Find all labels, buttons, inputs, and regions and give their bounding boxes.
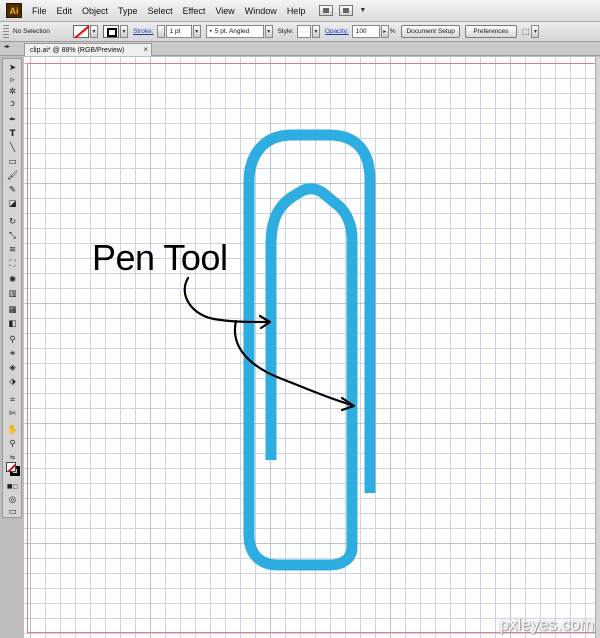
menu-help[interactable]: Help: [287, 6, 306, 16]
document-tab[interactable]: clip.ai* @ 88% (RGB/Preview) ×: [24, 43, 152, 56]
collapse-panel-icon[interactable]: ◂▸: [4, 43, 10, 50]
control-menu-dropdown[interactable]: ▾: [531, 25, 540, 38]
direct-selection-tool-icon[interactable]: ▹: [6, 75, 19, 86]
selection-tool-icon[interactable]: ➤: [6, 63, 19, 74]
column-graph-tool-icon[interactable]: ▥: [6, 289, 19, 300]
blend-tool-icon[interactable]: ⚭: [6, 349, 19, 360]
style-label: Style:: [277, 28, 294, 35]
arrange-documents-icon[interactable]: [339, 5, 354, 16]
stroke-panel-link[interactable]: Stroke:: [133, 28, 154, 35]
brush-dot-icon: •: [209, 28, 212, 35]
selection-status: No Selection: [13, 28, 50, 35]
paperclip-path[interactable]: [243, 129, 376, 571]
lasso-tool-icon[interactable]: ↄ: [6, 99, 19, 110]
symbol-sprayer-tool-icon[interactable]: ✺: [6, 275, 19, 286]
zoom-tool-icon[interactable]: ⚲: [6, 439, 19, 450]
magic-wand-tool-icon[interactable]: ✲: [6, 87, 19, 98]
stroke-swatch[interactable]: [103, 25, 119, 38]
opacity-unit: %: [389, 28, 396, 35]
menu-select[interactable]: Select: [148, 6, 173, 16]
menu-type[interactable]: Type: [118, 6, 138, 16]
paintbrush-tool-icon[interactable]: 🖌: [6, 171, 19, 182]
rectangle-tool-icon[interactable]: ▭: [6, 157, 19, 168]
artboard-tool-icon[interactable]: ⌗: [6, 395, 19, 406]
go-to-bridge-icon[interactable]: [319, 5, 334, 16]
control-bar: No Selection ▾ ▾ Stroke: 1 pt ▾ • 5 pt. …: [0, 22, 600, 42]
panel-grip-icon[interactable]: [3, 24, 9, 39]
illustrator-window: Ai File Edit Object Type Select Effect V…: [0, 0, 600, 638]
menu-view[interactable]: View: [215, 6, 234, 16]
opacity-field[interactable]: 100: [351, 25, 380, 38]
app-bar-icons: ▼: [319, 5, 366, 16]
brush-definition-label: 5 pt. Angled: [214, 28, 250, 35]
slice-tool-icon[interactable]: ✄: [6, 409, 19, 420]
menu-edit[interactable]: Edit: [57, 6, 73, 16]
tools-panel: ➤ ▹ ✲ ↄ ✒ T ╲ ▭ 🖌 ✎ ◪ ↻ ⤡ ≋ ⛶ ✺ ▥ ▦ ◧ ⚲ …: [2, 58, 22, 518]
fill-stroke-indicator[interactable]: [6, 462, 20, 476]
drawing-mode-icon[interactable]: ◎: [6, 495, 19, 506]
artboard-canvas[interactable]: Pen Tool pxleyes.com: [24, 57, 600, 638]
document-setup-button[interactable]: Document Setup: [401, 25, 460, 38]
color-none-gradient-icon[interactable]: ■▢: [6, 481, 19, 492]
warp-tool-icon[interactable]: ≋: [6, 245, 19, 256]
illustrator-logo: Ai: [6, 3, 22, 18]
stroke-weight-dropdown[interactable]: ▾: [192, 25, 201, 38]
pen-tool-annotation: Pen Tool: [92, 237, 228, 278]
chevron-down-icon[interactable]: ▼: [359, 7, 366, 14]
brush-definition-field[interactable]: • 5 pt. Angled: [205, 25, 264, 38]
artwork: [183, 129, 376, 571]
stroke-color-dropdown[interactable]: ▾: [120, 25, 128, 38]
vertical-scrollbar[interactable]: [595, 57, 600, 638]
menu-bar: Ai File Edit Object Type Select Effect V…: [0, 0, 600, 22]
pen-tool-icon[interactable]: ✒: [6, 115, 19, 126]
close-icon[interactable]: ×: [143, 45, 148, 54]
fill-dropdown[interactable]: ▾: [90, 25, 98, 38]
type-tool-icon[interactable]: T: [6, 129, 19, 140]
preferences-button[interactable]: Preferences: [464, 25, 517, 38]
menu-object[interactable]: Object: [82, 6, 108, 16]
pxleyes-watermark: pxleyes.com: [499, 615, 594, 634]
document-tab-row: clip.ai* @ 88% (RGB/Preview) ×: [0, 42, 600, 56]
mesh-tool-icon[interactable]: ▦: [6, 305, 19, 316]
scale-tool-icon[interactable]: ⤡: [6, 231, 19, 242]
fill-color-icon[interactable]: [6, 462, 16, 472]
isolate-object-icon[interactable]: ⬚: [522, 27, 530, 36]
menu-file[interactable]: File: [32, 6, 47, 16]
fill-swatch[interactable]: [73, 25, 89, 38]
opacity-panel-link[interactable]: Opacity:: [325, 28, 349, 35]
gradient-tool-icon[interactable]: ◧: [6, 319, 19, 330]
pencil-tool-icon[interactable]: ✎: [6, 185, 19, 196]
opacity-dropdown[interactable]: ▸: [380, 25, 389, 38]
free-transform-tool-icon[interactable]: ⛶: [6, 259, 19, 270]
live-paint-bucket-tool-icon[interactable]: ◈: [6, 363, 19, 374]
stroke-weight-stepper[interactable]: [156, 25, 165, 38]
menu-window[interactable]: Window: [245, 6, 277, 16]
eraser-tool-icon[interactable]: ◪: [6, 199, 19, 210]
rotate-tool-icon[interactable]: ↻: [6, 217, 19, 228]
screen-mode-icon[interactable]: ▭: [6, 507, 19, 518]
brush-dropdown[interactable]: ▾: [264, 25, 273, 38]
live-paint-selection-tool-icon[interactable]: ⬗: [6, 377, 19, 388]
arrow-curve-upper: [183, 276, 271, 324]
style-dropdown[interactable]: ▾: [311, 25, 320, 38]
menu-effect[interactable]: Effect: [183, 6, 206, 16]
graphic-style-swatch[interactable]: [296, 25, 311, 38]
stroke-weight-field[interactable]: 1 pt: [165, 25, 192, 38]
line-segment-tool-icon[interactable]: ╲: [6, 143, 19, 154]
document-tab-title: clip.ai* @ 88% (RGB/Preview): [30, 46, 125, 54]
eyedropper-tool-icon[interactable]: ⚲: [6, 335, 19, 346]
hand-tool-icon[interactable]: ✋: [6, 425, 19, 436]
